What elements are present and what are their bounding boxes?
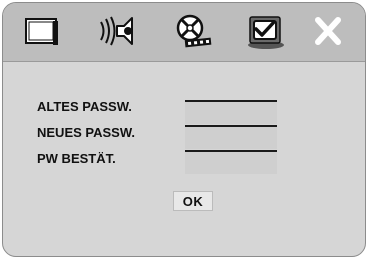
close-icon [315,17,341,45]
new-password-field[interactable] [185,125,277,149]
tv-screen-icon [25,18,58,45]
tab-audio[interactable] [95,9,145,53]
confirm-password-input[interactable] [185,152,277,174]
tab-preferences[interactable] [241,9,291,53]
tab-display[interactable] [17,9,67,53]
new-password-input[interactable] [185,127,277,149]
new-password-label: NEUES PASSW. [37,125,136,140]
old-password-input[interactable] [185,102,277,124]
speaker-sound-icon [100,16,133,46]
confirm-password-label: PW BESTÄT. [37,151,116,166]
setup-menu-window: ALTES PASSW. NEUES PASSW. PW BESTÄT. OK [2,2,366,257]
disc-film-icon [176,14,212,48]
confirm-password-field[interactable] [185,150,277,174]
old-password-label: ALTES PASSW. [37,99,132,114]
preferences-checkbox-icon [248,16,284,49]
menu-toolbar [3,3,365,62]
tab-exit[interactable] [303,9,353,53]
tab-video[interactable] [167,9,217,53]
old-password-field[interactable] [185,100,277,124]
ok-button[interactable]: OK [173,191,213,211]
